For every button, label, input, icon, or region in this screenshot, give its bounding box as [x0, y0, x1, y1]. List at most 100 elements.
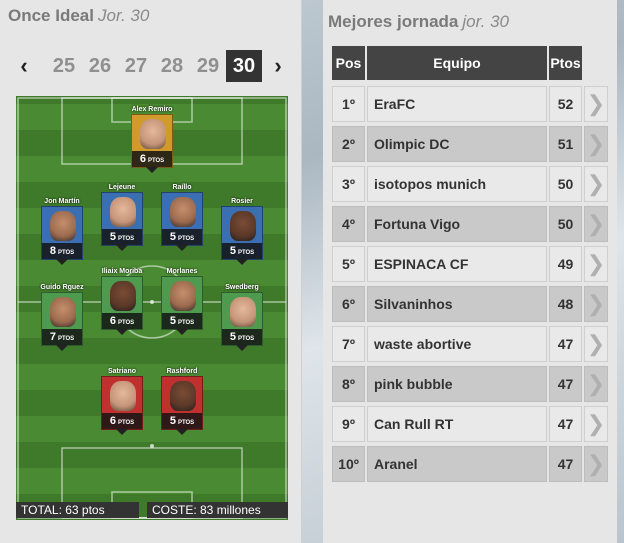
- total-cost: COSTE: 83 millones: [147, 502, 288, 518]
- player-photo: 5 PTOS: [101, 192, 143, 251]
- once-ideal-round-label: Jor. 30: [97, 6, 150, 25]
- player-points-value: 5: [169, 315, 176, 327]
- mejores-jornada-title-text: Mejores jornada: [328, 12, 459, 31]
- player-name: Raíllo: [172, 184, 192, 191]
- player-avatar: [110, 197, 136, 227]
- player-points: 5 PTOS: [222, 329, 262, 345]
- player-card[interactable]: Iliaix Moriba 6 PTOS: [100, 260, 144, 335]
- mejores-jornada-panel: Mejores jornada jor. 30 Pos Equipo Ptos 1…: [323, 0, 617, 543]
- row-pts: 48: [549, 286, 582, 322]
- chevron-right-icon[interactable]: ❯: [584, 326, 608, 362]
- chevron-right-icon[interactable]: ❯: [584, 406, 608, 442]
- pitch: Alex Remiro 6 PTOS Jon Martín 8 PTOS Lejeu…: [16, 96, 288, 520]
- round-29-button[interactable]: 29: [190, 50, 226, 82]
- player-name: Guido Rguez: [40, 284, 84, 291]
- chevron-right-icon[interactable]: ❯: [584, 86, 608, 122]
- player-name: Swedberg: [225, 284, 259, 291]
- player-points: 5 PTOS: [102, 229, 142, 245]
- table-row[interactable]: 4º Fortuna Vigo 50 ❯: [332, 206, 608, 242]
- round-30-button[interactable]: 30: [226, 50, 262, 82]
- round-25-button[interactable]: 25: [46, 50, 82, 82]
- row-pos: 9º: [332, 406, 365, 442]
- once-ideal-title: Once Ideal Jor. 30: [8, 6, 149, 26]
- row-pts: 47: [549, 326, 582, 362]
- ranking-table-header: Pos Equipo Ptos: [332, 46, 582, 80]
- row-pos: 2º: [332, 126, 365, 162]
- round-28-button[interactable]: 28: [154, 50, 190, 82]
- table-row[interactable]: 3º isotopos munich 50 ❯: [332, 166, 608, 202]
- player-points-value: 5: [229, 245, 236, 257]
- total-points: TOTAL: 63 ptos: [16, 502, 139, 518]
- row-pts: 49: [549, 246, 582, 282]
- player-points: 6 PTOS: [102, 413, 142, 429]
- row-pos: 10º: [332, 446, 365, 482]
- table-row[interactable]: 8º pink bubble 47 ❯: [332, 366, 608, 402]
- row-pos: 1º: [332, 86, 365, 122]
- header-pts: Ptos: [549, 46, 582, 80]
- row-pts: 50: [549, 206, 582, 242]
- player-card[interactable]: Swedberg 5 PTOS: [220, 276, 264, 351]
- player-points-value: 6: [139, 153, 146, 165]
- player-card[interactable]: Satriano 6 PTOS: [100, 360, 144, 435]
- player-card[interactable]: Rashford 5 PTOS: [160, 360, 204, 435]
- player-points-value: 6: [109, 315, 116, 327]
- player-card[interactable]: Morlanes 5 PTOS: [160, 260, 204, 335]
- header-team: Equipo: [367, 46, 547, 80]
- table-row[interactable]: 9º Can Rull RT 47 ❯: [332, 406, 608, 442]
- points-unit: PTOS: [177, 236, 195, 242]
- row-pts: 50: [549, 166, 582, 202]
- row-pos: 5º: [332, 246, 365, 282]
- player-card[interactable]: Rosier 5 PTOS: [220, 190, 264, 265]
- mejores-jornada-title: Mejores jornada jor. 30: [328, 12, 509, 32]
- chevron-right-icon[interactable]: ❯: [584, 286, 608, 322]
- chevron-right-icon[interactable]: ❯: [584, 246, 608, 282]
- points-unit: PTOS: [117, 420, 135, 426]
- once-ideal-title-text: Once Ideal: [8, 6, 94, 25]
- table-row[interactable]: 6º Silvaninhos 48 ❯: [332, 286, 608, 322]
- row-team: waste abortive: [367, 326, 547, 362]
- row-team: Aranel: [367, 446, 547, 482]
- totals-bar: TOTAL: 63 ptos COSTE: 83 millones: [16, 502, 288, 518]
- round-27-button[interactable]: 27: [118, 50, 154, 82]
- table-row[interactable]: 10º Aranel 47 ❯: [332, 446, 608, 482]
- prev-round-icon[interactable]: ‹: [12, 53, 36, 79]
- player-card[interactable]: Raíllo 5 PTOS: [160, 176, 204, 251]
- ranking-table: 1º EraFC 52 ❯ 2º Olimpic DC 51 ❯ 3º isot…: [332, 86, 608, 486]
- chevron-right-icon[interactable]: ❯: [584, 366, 608, 402]
- points-unit: PTOS: [117, 320, 135, 326]
- player-card[interactable]: Guido Rguez 7 PTOS: [40, 276, 84, 351]
- player-card[interactable]: Lejeune 5 PTOS: [100, 176, 144, 251]
- row-team: Olimpic DC: [367, 126, 547, 162]
- player-points: 8 PTOS: [42, 243, 82, 259]
- player-card[interactable]: Jon Martín 8 PTOS: [40, 190, 84, 265]
- points-unit: PTOS: [57, 336, 75, 342]
- chevron-right-icon[interactable]: ❯: [584, 166, 608, 202]
- row-pos: 7º: [332, 326, 365, 362]
- player-name: Jon Martín: [44, 198, 80, 205]
- row-pts: 52: [549, 86, 582, 122]
- player-points: 5 PTOS: [162, 413, 202, 429]
- row-pts: 47: [549, 446, 582, 482]
- row-team: Can Rull RT: [367, 406, 547, 442]
- table-row[interactable]: 2º Olimpic DC 51 ❯: [332, 126, 608, 162]
- round-26-button[interactable]: 26: [82, 50, 118, 82]
- player-points-value: 7: [49, 331, 56, 343]
- table-row[interactable]: 7º waste abortive 47 ❯: [332, 326, 608, 362]
- table-row[interactable]: 1º EraFC 52 ❯: [332, 86, 608, 122]
- player-photo: 7 PTOS: [41, 292, 83, 351]
- player-card[interactable]: Alex Remiro 6 PTOS: [130, 98, 174, 173]
- row-pts: 47: [549, 366, 582, 402]
- table-row[interactable]: 5º ESPINACA CF 49 ❯: [332, 246, 608, 282]
- player-points-value: 5: [169, 415, 176, 427]
- player-photo: 5 PTOS: [161, 376, 203, 435]
- chevron-right-icon[interactable]: ❯: [584, 126, 608, 162]
- player-points: 5 PTOS: [222, 243, 262, 259]
- points-unit: PTOS: [117, 236, 135, 242]
- player-name: Rashford: [166, 368, 198, 375]
- row-team: Silvaninhos: [367, 286, 547, 322]
- chevron-right-icon[interactable]: ❯: [584, 206, 608, 242]
- next-round-icon[interactable]: ›: [266, 53, 290, 79]
- points-unit: PTOS: [237, 336, 255, 342]
- chevron-right-icon[interactable]: ❯: [584, 446, 608, 482]
- player-avatar: [230, 211, 256, 241]
